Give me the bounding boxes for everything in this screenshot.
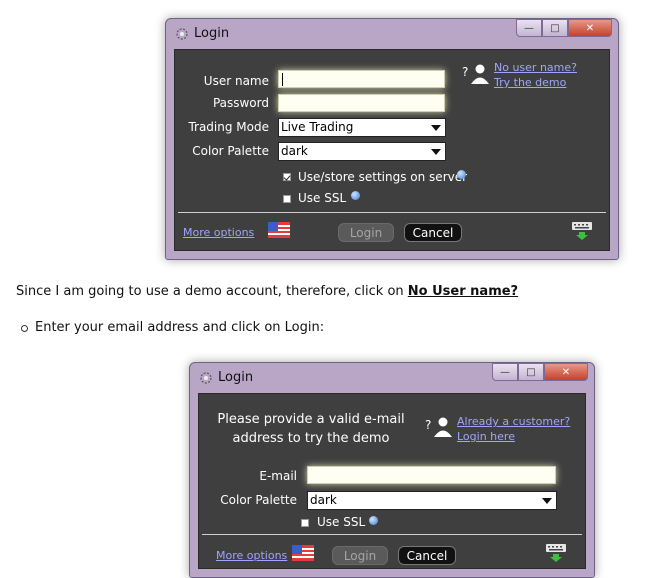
cancel-button[interactable]: Cancel	[398, 546, 456, 565]
maximize-icon: □	[526, 366, 536, 378]
divider	[178, 212, 606, 213]
instruction-text: Since I am going to use a demo account, …	[16, 284, 518, 299]
use-ssl-label[interactable]: Use SSL	[298, 191, 346, 205]
us-flag-icon[interactable]	[292, 545, 314, 561]
info-icon[interactable]	[351, 191, 360, 200]
minimize-icon: —	[500, 366, 510, 378]
user-help-icon[interactable]: ?	[425, 416, 453, 438]
no-user-name-reference: No User name?	[407, 284, 519, 299]
chevron-down-icon	[431, 149, 441, 155]
instruction-prefix: Since I am going to use a demo account, …	[16, 284, 408, 299]
use-store-settings-label[interactable]: Use/store settings on server	[298, 170, 467, 184]
already-customer-link[interactable]: Already a customer?	[457, 415, 570, 428]
password-input[interactable]	[278, 94, 445, 112]
bullet-marker	[21, 325, 28, 332]
login-button[interactable]: Login	[338, 223, 394, 242]
cancel-button[interactable]: Cancel	[404, 223, 462, 242]
color-palette-label: Color Palette	[220, 493, 297, 507]
svg-text:?: ?	[462, 65, 468, 79]
use-store-settings-checkbox[interactable]	[283, 173, 291, 181]
use-ssl-label[interactable]: Use SSL	[317, 515, 365, 529]
use-ssl-checkbox[interactable]	[301, 519, 309, 527]
try-demo-link[interactable]: Try the demo	[494, 76, 566, 89]
window-title: Login	[194, 26, 230, 41]
trading-mode-label: Trading Mode	[188, 120, 269, 134]
maximize-icon: □	[550, 22, 560, 34]
email-input[interactable]	[307, 466, 556, 484]
login-panel: User name Password Trading Mode Live Tra…	[174, 49, 610, 251]
maximize-button[interactable]: □	[542, 19, 568, 37]
demo-panel: Please provide a valid e-mail address to…	[198, 393, 586, 569]
email-label: E-mail	[259, 469, 297, 483]
divider	[202, 534, 582, 535]
more-options-link[interactable]: More options	[216, 549, 287, 562]
close-button[interactable]: ✕	[568, 19, 612, 37]
app-icon	[176, 28, 188, 40]
demo-prompt-line-2: address to try the demo	[232, 431, 390, 446]
title-bar[interactable]: Login — □ ✕	[190, 363, 594, 393]
window-title: Login	[218, 370, 254, 385]
trading-mode-value: Live Trading	[281, 120, 354, 134]
close-icon: ✕	[561, 366, 571, 378]
color-palette-value: dark	[281, 144, 308, 158]
keyboard-icon[interactable]	[546, 544, 566, 562]
app-icon	[200, 372, 212, 384]
more-options-link[interactable]: More options	[183, 226, 254, 239]
demo-prompt-line-1: Please provide a valid e-mail	[217, 412, 405, 427]
text-caret	[282, 73, 283, 86]
color-palette-value: dark	[310, 493, 337, 507]
us-flag-icon[interactable]	[268, 222, 290, 238]
login-window-2: Login — □ ✕ Please provide a valid e-mai…	[189, 362, 595, 578]
minimize-button[interactable]: —	[516, 19, 542, 37]
chevron-down-icon	[542, 498, 552, 504]
close-icon: ✕	[585, 22, 595, 34]
info-icon[interactable]	[457, 170, 466, 179]
info-icon[interactable]	[369, 516, 378, 525]
password-label: Password	[212, 96, 269, 110]
login-here-link[interactable]: Login here	[457, 430, 515, 443]
use-ssl-checkbox[interactable]	[283, 195, 291, 203]
color-palette-select[interactable]: dark	[278, 142, 446, 161]
svg-text:?: ?	[425, 418, 431, 432]
no-user-name-link[interactable]: No user name?	[494, 61, 577, 74]
color-palette-label: Color Palette	[192, 144, 269, 158]
title-bar[interactable]: Login — □ ✕	[166, 19, 618, 49]
close-button[interactable]: ✕	[544, 363, 588, 381]
trading-mode-select[interactable]: Live Trading	[278, 118, 446, 137]
login-window-1: Login — □ ✕ User name Password Trading M…	[165, 18, 619, 260]
bullet-text: Enter your email address and click on Lo…	[35, 320, 325, 335]
user-help-icon[interactable]: ?	[462, 63, 490, 85]
minimize-icon: —	[524, 22, 534, 34]
chevron-down-icon	[431, 125, 441, 131]
color-palette-select[interactable]: dark	[307, 491, 557, 510]
demo-prompt: Please provide a valid e-mail address to…	[211, 410, 411, 448]
username-label: User name	[203, 74, 269, 88]
username-input[interactable]	[278, 70, 445, 88]
maximize-button[interactable]: □	[518, 363, 544, 381]
minimize-button[interactable]: —	[492, 363, 518, 381]
login-button[interactable]: Login	[332, 546, 388, 565]
keyboard-icon[interactable]	[572, 222, 592, 240]
